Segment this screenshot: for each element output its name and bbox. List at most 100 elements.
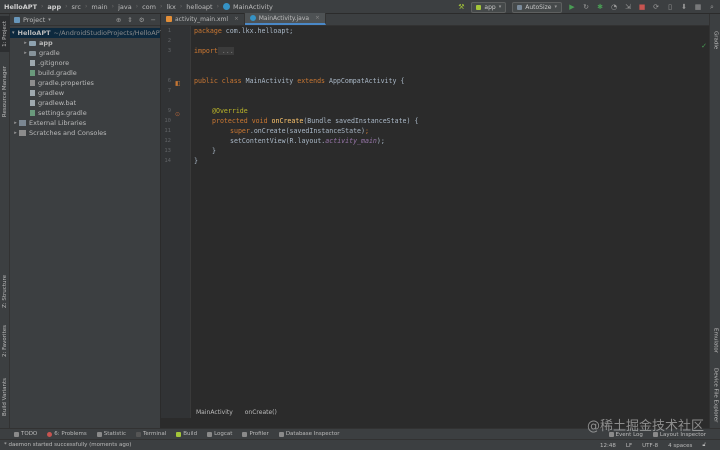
locate-icon[interactable]: ⊕ [116, 16, 121, 24]
tool-problems[interactable]: 6: Problems [47, 431, 87, 437]
expand-arrow-icon[interactable]: ▸ [22, 50, 29, 56]
override-gutter-icon[interactable]: ⊙ [175, 111, 182, 118]
tree-item[interactable]: ▾ HelloAPT ~/AndroidStudioProjects/HelloAP… [10, 28, 164, 38]
tree-item[interactable]: ▸ External Libraries [10, 118, 160, 128]
tree-item[interactable]: gradlew [10, 88, 160, 98]
apply-changes-icon[interactable]: ↻ [582, 3, 590, 11]
class-gutter-icon[interactable]: ◧ [175, 80, 182, 87]
breadcrumb-com[interactable]: com [142, 3, 156, 11]
tree-item-label: HelloAPT [17, 29, 51, 37]
hammer-icon[interactable]: ⚒ [457, 3, 465, 11]
breadcrumb-helloapt[interactable]: helloapt [186, 3, 212, 11]
code-area[interactable]: 1 2 3 6 7 9 10 11 12 13 14 ◧ ⊙ package c… [161, 26, 709, 418]
project-view-select[interactable]: Project ▾ [14, 16, 51, 24]
code-token: extends [297, 77, 326, 85]
tree-item[interactable]: gradle.properties [10, 78, 160, 88]
tool-tab-build-variants[interactable]: Build Variants [0, 374, 10, 420]
file-encoding[interactable]: UTF-8 [642, 443, 658, 449]
tree-item-label: settings.gradle [38, 109, 87, 117]
search-icon[interactable]: ⌕ [708, 3, 716, 11]
lock-icon[interactable]: 🔓︎ [702, 442, 706, 449]
tool-terminal[interactable]: Terminal [136, 431, 166, 437]
tool-tab-gradle[interactable]: Gradle [710, 24, 720, 56]
line-number: 2 [167, 38, 171, 44]
tool-build[interactable]: Build [176, 431, 197, 437]
tree-item-label: gradlew [38, 89, 65, 97]
tool-tab-device-file-explorer[interactable]: Device File Explorer [710, 364, 720, 426]
editor-tabs: activity_main.xml × MainActivity.java × [161, 13, 709, 26]
tool-profiler[interactable]: Profiler [242, 431, 269, 437]
indent-setting[interactable]: 4 spaces [668, 443, 692, 449]
close-icon[interactable]: × [234, 16, 239, 22]
inspection-ok-icon[interactable]: ✓ [701, 42, 707, 50]
navigation-bar: HelloAPT › app › src › main › java › com › lkx… [0, 0, 720, 14]
tree-item[interactable]: build.gradle [10, 68, 160, 78]
run-config-label: app [484, 3, 496, 11]
tool-database-inspector[interactable]: Database Inspector [278, 431, 339, 437]
tree-item[interactable]: ▸ app [10, 38, 160, 48]
device-icon [517, 4, 523, 10]
breadcrumb-main[interactable]: main [91, 3, 107, 11]
debug-icon[interactable]: ✱ [596, 3, 604, 11]
chart-icon [96, 431, 102, 437]
tree-item[interactable]: settings.gradle [10, 108, 160, 118]
code-token: } [212, 147, 216, 155]
editor-breadcrumb-class[interactable]: MainActivity [196, 409, 233, 416]
tool-tab-project[interactable]: 1: Project [0, 16, 10, 52]
tool-logcat[interactable]: Logcat [207, 431, 232, 437]
run-icon[interactable]: ▶ [568, 3, 576, 11]
close-icon[interactable]: × [315, 15, 320, 21]
breadcrumb-src[interactable]: src [72, 3, 82, 11]
breadcrumb-java[interactable]: java [118, 3, 132, 11]
tool-tab-resource-manager[interactable]: Resource Manager [0, 62, 10, 122]
code-token: } [194, 157, 198, 165]
tree-item[interactable]: ▸ gradle [10, 48, 160, 58]
properties-file-icon [30, 80, 35, 86]
code-token: public class [194, 77, 242, 85]
project-tree: ▾ HelloAPT ~/AndroidStudioProjects/HelloAP… [10, 26, 164, 138]
caret-position[interactable]: 12:48 [600, 443, 616, 449]
tree-item[interactable]: gradlew.bat [10, 98, 160, 108]
file-icon [30, 90, 35, 96]
stop-icon[interactable]: ■ [638, 3, 646, 11]
sdk-manager-icon[interactable]: ⬇ [680, 3, 688, 11]
breadcrumb-app[interactable]: app [47, 3, 61, 11]
android-icon [476, 4, 482, 10]
breadcrumb-mainactivity[interactable]: MainActivity [233, 3, 273, 11]
expand-arrow-icon[interactable]: ▾ [12, 30, 15, 36]
tree-item[interactable]: .gitignore [10, 58, 160, 68]
breadcrumb-project[interactable]: HelloAPT [4, 3, 37, 11]
status-message[interactable]: * daemon started successfully (moments a… [4, 442, 131, 448]
tool-tab-structure[interactable]: Z: Structure [0, 272, 10, 310]
code-token: AppCompatActivity { [325, 77, 405, 85]
device-select[interactable]: AutoSize ▾ [512, 1, 562, 13]
editor: activity_main.xml × MainActivity.java × … [161, 13, 709, 428]
run-config-select[interactable]: app ▾ [471, 1, 507, 13]
chevron-down-icon: ▾ [48, 16, 51, 23]
tab-activity-main-xml[interactable]: activity_main.xml × [161, 13, 245, 25]
line-separator[interactable]: LF [626, 443, 632, 449]
code-token: (Bundle savedInstanceState) { [303, 117, 419, 125]
gear-icon[interactable]: ⚙ [139, 16, 145, 24]
tool-tab-emulator[interactable]: Emulator [710, 320, 720, 360]
expand-arrow-icon[interactable]: ▸ [22, 40, 29, 46]
breadcrumb-lkx[interactable]: lkx [166, 3, 175, 11]
attach-debugger-icon[interactable]: ⇲ [624, 3, 632, 11]
expand-arrow-icon[interactable]: ▸ [12, 120, 19, 126]
tree-item-label: app [39, 39, 53, 47]
profile-icon[interactable]: ◔ [610, 3, 618, 11]
hide-icon[interactable]: − [151, 16, 156, 24]
folded-imports[interactable]: ... [217, 47, 234, 55]
tab-main-activity-java[interactable]: MainActivity.java × [244, 13, 326, 25]
tool-tab-favorites[interactable]: 2: Favorites [0, 322, 10, 360]
tool-todo[interactable]: TODO [14, 431, 37, 437]
layout-inspector-icon[interactable]: ▦ [694, 3, 702, 11]
project-panel-header: Project ▾ ⊕ ⇕ ⚙ − [10, 14, 160, 26]
expand-arrow-icon[interactable]: ▸ [12, 130, 19, 136]
tool-statistic[interactable]: Statistic [96, 431, 126, 437]
editor-breadcrumb-method[interactable]: onCreate() [245, 409, 277, 416]
collapse-icon[interactable]: ⇕ [127, 16, 132, 24]
tree-item[interactable]: ▸ Scratches and Consoles [10, 128, 160, 138]
avd-manager-icon[interactable]: ▯ [666, 3, 674, 11]
sync-gradle-icon[interactable]: ⟳ [652, 3, 660, 11]
